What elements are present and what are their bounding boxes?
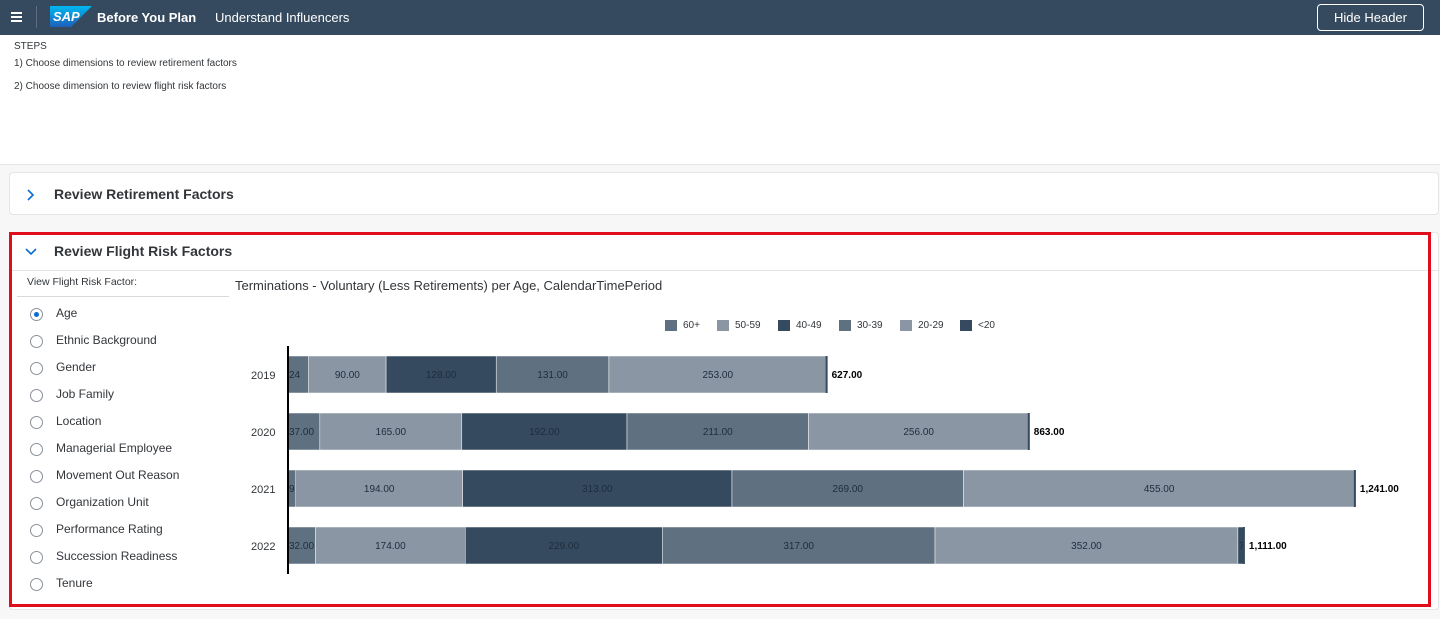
total-label: 1,241.00 [1360,484,1399,495]
data-label: 455.00 [1144,484,1175,495]
y-tick-label: 2019 [251,370,275,382]
data-label: 32.00 [289,541,314,552]
data-label: 9 [289,484,295,495]
y-tick-label: 2022 [251,541,275,553]
total-label: 627.00 [832,370,863,381]
data-label: 256.00 [903,427,934,438]
data-label: 229.00 [548,541,579,552]
total-marker [825,356,828,393]
data-label: 211.00 [703,427,733,438]
data-label: 352.00 [1071,541,1102,552]
data-label: 313.00 [582,484,613,495]
total-marker [1027,413,1030,450]
y-tick-label: 2021 [251,484,275,496]
data-label: 317.00 [783,541,814,552]
data-label: 37.00 [289,427,314,438]
data-label: 24 [289,370,301,381]
stacked-bar-chart: 2019 24 90.00 128.00 131.00 253.00 627.00 2020 3… [251,346,1399,574]
data-label: 131.00 [537,370,568,381]
total-marker [1242,527,1245,564]
data-label: 90.00 [335,370,360,381]
data-label: 194.00 [364,484,395,495]
data-label: 253.00 [702,370,733,381]
data-label: 269.00 [832,484,863,495]
total-label: 1,111.00 [1249,541,1287,552]
total-marker [1353,470,1356,507]
y-tick-label: 2020 [251,427,275,439]
data-label: 174.00 [375,541,406,552]
data-label: 192.00 [529,427,560,438]
data-label: 128.00 [426,370,457,381]
data-label: 165.00 [376,427,407,438]
total-label: 863.00 [1034,427,1065,438]
